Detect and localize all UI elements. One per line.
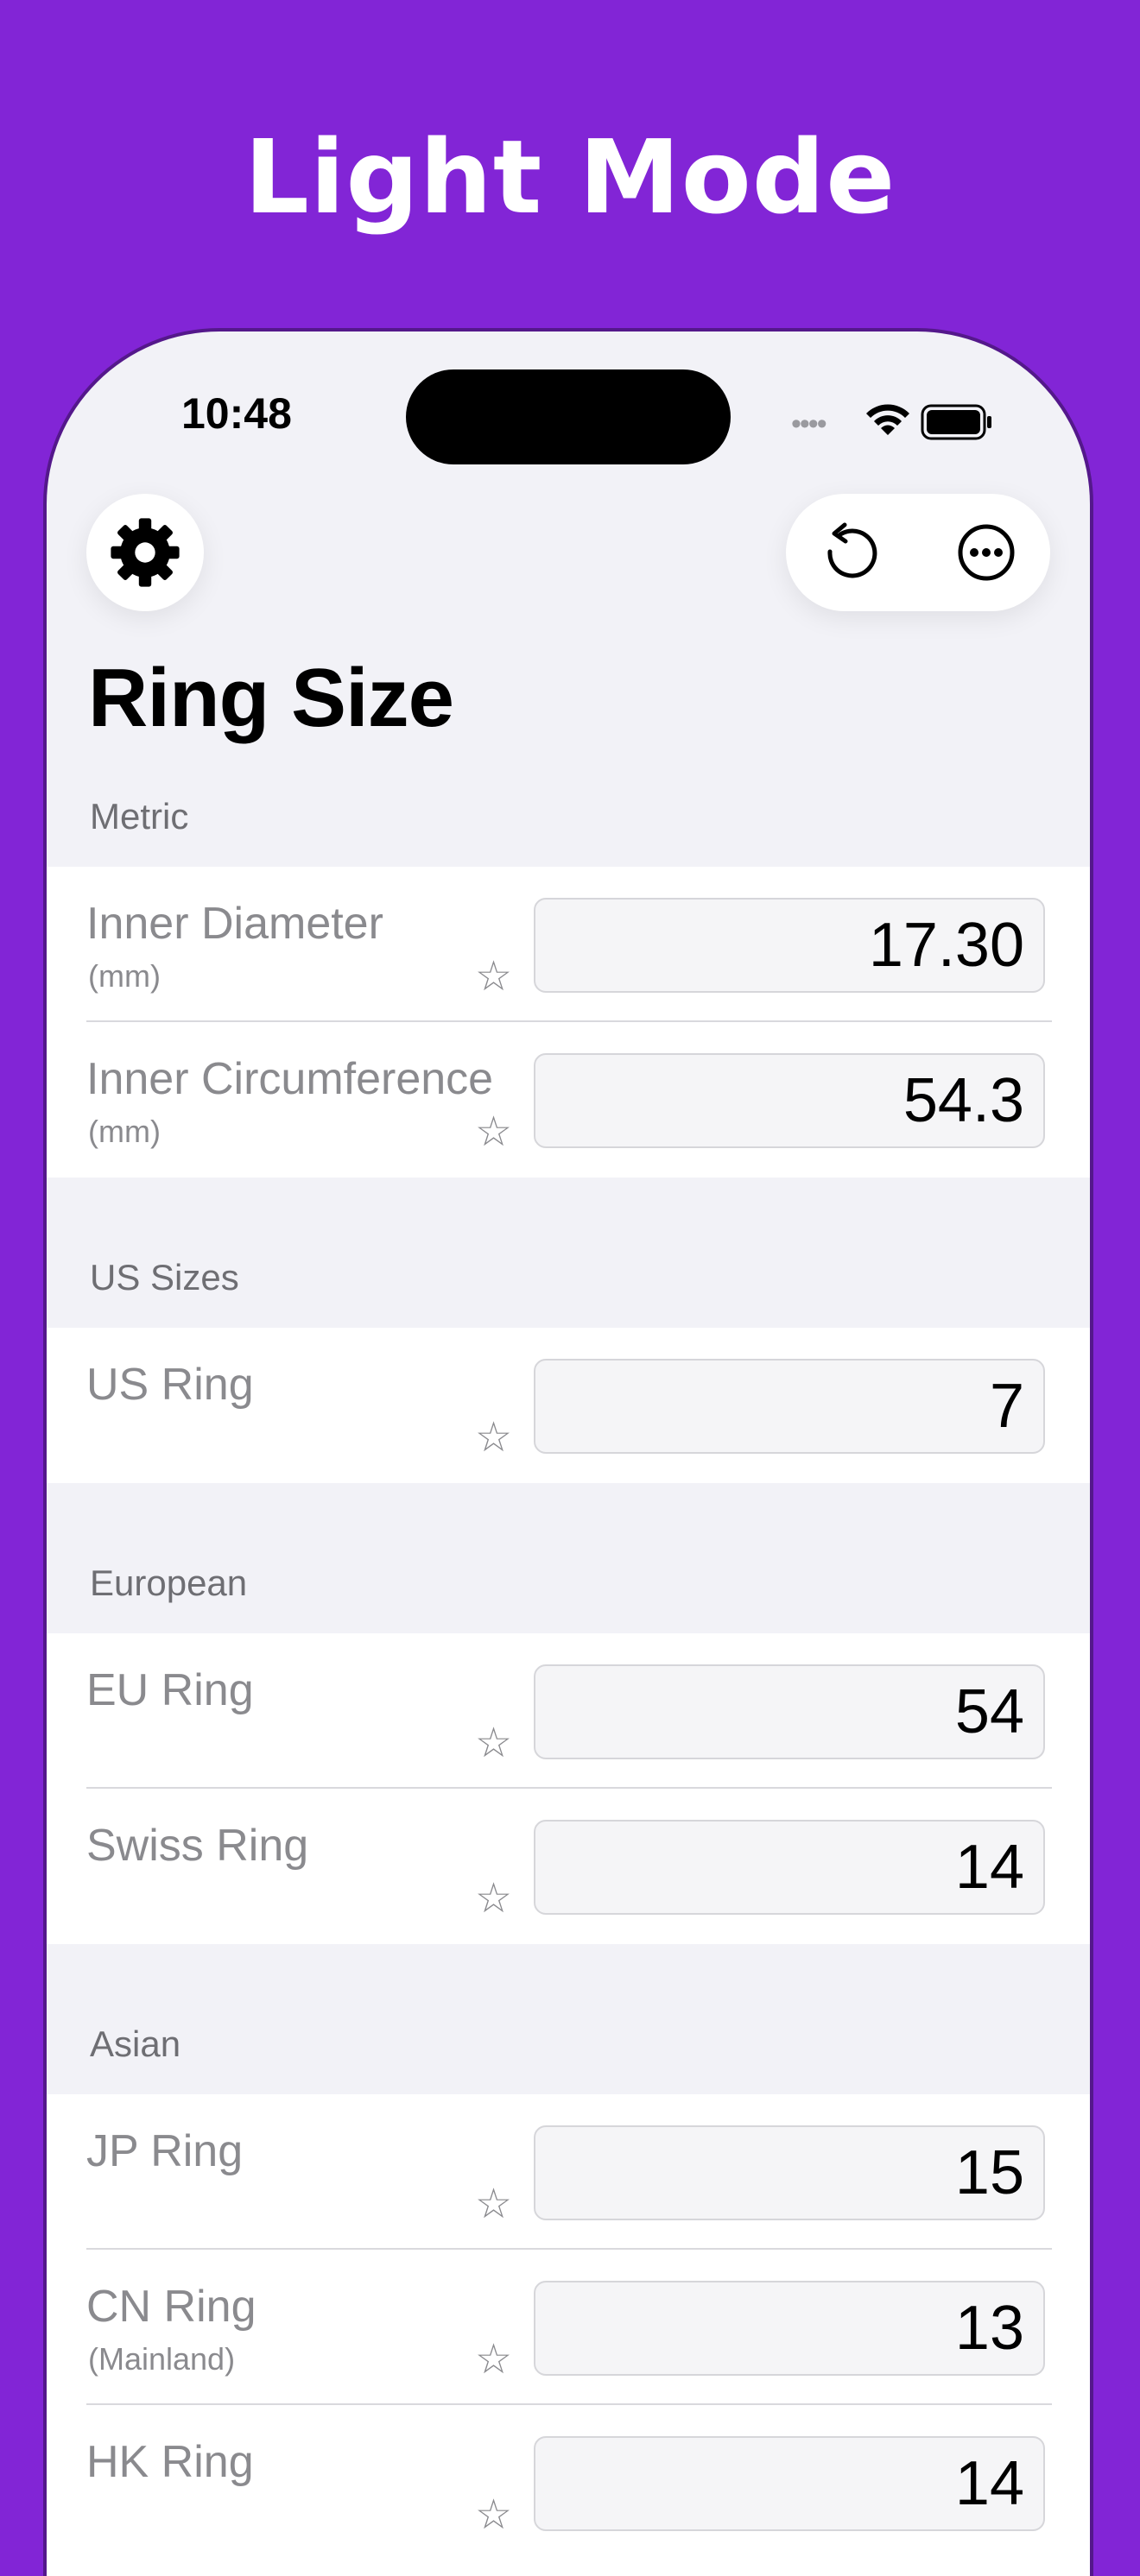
section-header-european: European xyxy=(90,1563,248,1603)
star-icon[interactable]: ☆ xyxy=(475,1417,512,1459)
section-header-metric: Metric xyxy=(90,796,189,837)
row-eu-ring: EU Ring ☆ 54 xyxy=(47,1633,1090,1789)
row-inner-circumference: Inner Circumference (mm) ☆ 54.3 xyxy=(47,1022,1090,1178)
wifi-icon xyxy=(866,404,909,435)
status-icons: •••• xyxy=(791,401,1050,444)
group-asian: JP Ring ☆ 15 CN Ring (Mainland) ☆ 13 HK … xyxy=(47,2094,1090,2576)
group-us-sizes: US Ring ☆ 7 xyxy=(47,1328,1090,1483)
row-label: Inner Circumference xyxy=(86,1054,494,1104)
section-header-asian: Asian xyxy=(90,2024,181,2064)
gear-icon xyxy=(111,518,180,587)
row-label: HK Ring xyxy=(86,2437,254,2487)
reset-button[interactable] xyxy=(815,518,884,587)
cn-ring-field[interactable]: 13 xyxy=(534,2281,1045,2376)
star-icon[interactable]: ☆ xyxy=(475,2339,512,2381)
row-unit: (mm) xyxy=(88,1114,161,1149)
phone-screen: 10:48 •••• Ring Size Metric Inner Diamet… xyxy=(47,331,1090,2576)
swiss-ring-field[interactable]: 14 xyxy=(534,1820,1045,1915)
more-button[interactable] xyxy=(952,518,1021,587)
us-ring-field[interactable]: 7 xyxy=(534,1359,1045,1454)
row-label: CN Ring xyxy=(86,2282,256,2332)
counterclockwise-arrow-icon xyxy=(827,522,877,578)
row-unit: (Mainland) xyxy=(88,2341,236,2377)
row-label: Inner Diameter xyxy=(86,899,383,949)
toolbar-pill xyxy=(786,494,1050,611)
row-unit: (mm) xyxy=(88,958,161,994)
section-header-us-sizes: US Sizes xyxy=(90,1257,239,1297)
row-label: Swiss Ring xyxy=(86,1821,309,1871)
settings-button[interactable] xyxy=(86,494,204,611)
row-label: JP Ring xyxy=(86,2126,244,2176)
dynamic-island xyxy=(406,369,731,464)
star-icon[interactable]: ☆ xyxy=(475,2495,512,2536)
row-jp-ring: JP Ring ☆ 15 xyxy=(47,2094,1090,2250)
star-icon[interactable]: ☆ xyxy=(475,1723,512,1765)
inner-circumference-field[interactable]: 54.3 xyxy=(534,1053,1045,1148)
battery-icon xyxy=(921,404,991,440)
row-us-ring: US Ring ☆ 7 xyxy=(47,1328,1090,1483)
inner-diameter-field[interactable]: 17.30 xyxy=(534,898,1045,993)
row-inner-diameter: Inner Diameter (mm) ☆ 17.30 xyxy=(47,867,1090,1022)
row-label: EU Ring xyxy=(86,1665,254,1715)
group-metric: Inner Diameter (mm) ☆ 17.30 Inner Circum… xyxy=(47,867,1090,1178)
jp-ring-field[interactable]: 15 xyxy=(534,2125,1045,2220)
cellular-signal-icon: •••• xyxy=(791,407,827,440)
status-time: 10:48 xyxy=(181,389,292,438)
ellipsis-circle-icon xyxy=(958,524,1015,581)
star-icon[interactable]: ☆ xyxy=(475,957,512,998)
page-title: Ring Size xyxy=(88,652,454,744)
banner-title: Light Mode xyxy=(244,117,896,237)
row-cn-ring: CN Ring (Mainland) ☆ 13 xyxy=(47,2250,1090,2405)
row-hk-ring: HK Ring ☆ 14 xyxy=(47,2405,1090,2560)
star-icon[interactable]: ☆ xyxy=(475,2184,512,2226)
star-icon[interactable]: ☆ xyxy=(475,1878,512,1920)
group-european: EU Ring ☆ 54 Swiss Ring ☆ 14 xyxy=(47,1633,1090,1944)
row-swiss-ring: Swiss Ring ☆ 14 xyxy=(47,1789,1090,1944)
row-label: US Ring xyxy=(86,1360,254,1410)
eu-ring-field[interactable]: 54 xyxy=(534,1664,1045,1759)
star-icon[interactable]: ☆ xyxy=(475,1112,512,1153)
hk-ring-field[interactable]: 14 xyxy=(534,2436,1045,2531)
